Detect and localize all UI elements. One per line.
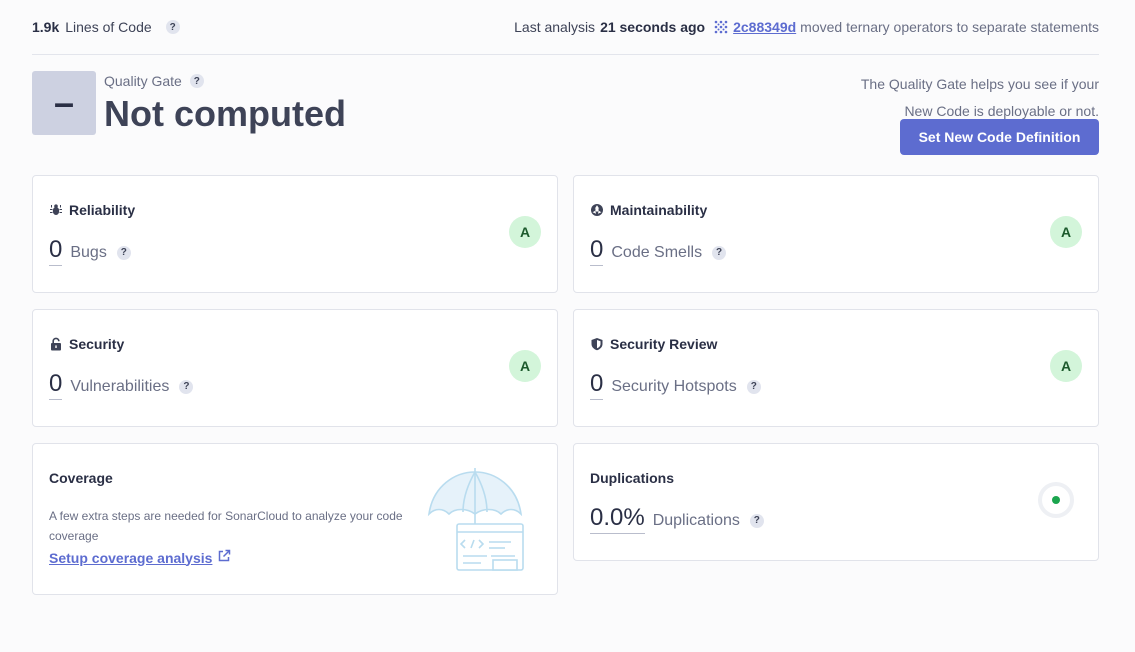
coverage-description: A few extra steps are needed for SonarCl… xyxy=(49,509,403,543)
vulnerabilities-label: Vulnerabilities xyxy=(70,378,170,395)
reliability-title: Reliability xyxy=(49,202,135,218)
reliability-title-text: Reliability xyxy=(69,202,136,218)
vulnerabilities-metric: 0 Vulnerabilities ? xyxy=(49,370,194,400)
help-icon[interactable]: ? xyxy=(179,379,194,394)
last-analysis: Last analysis 21 seconds ago 2c88349d mo… xyxy=(514,19,1099,35)
security-rating: A xyxy=(509,350,541,382)
quality-gate-help-line-1: The Quality Gate helps you see if your xyxy=(860,76,1099,92)
bugs-label: Bugs xyxy=(70,244,107,261)
umbrella-code-illustration xyxy=(427,466,531,577)
security-review-title-text: Security Review xyxy=(610,336,718,352)
help-icon[interactable]: ? xyxy=(116,245,131,260)
security-title-text: Security xyxy=(69,336,125,352)
external-link-icon xyxy=(217,549,231,566)
commit-hash-link[interactable]: 2c88349d xyxy=(733,19,796,35)
code-smells-label: Code Smells xyxy=(611,244,703,261)
lines-of-code-label: Lines of Code xyxy=(65,19,152,35)
help-icon[interactable]: ? xyxy=(712,245,727,260)
maintainability-rating: A xyxy=(1050,216,1082,248)
quality-gate-badge: – xyxy=(32,71,96,135)
help-icon[interactable]: ? xyxy=(165,20,180,34)
maintainability-title: Maintainability xyxy=(590,202,707,218)
quality-gate-status: Not computed xyxy=(104,93,346,134)
security-review-rating: A xyxy=(1050,350,1082,382)
quality-gate-section: – Quality Gate ? Not computed The Qualit… xyxy=(32,55,1099,175)
quality-gate-label-row: Quality Gate ? xyxy=(104,73,204,89)
lines-of-code: 1.9k Lines of Code ? xyxy=(32,19,180,35)
coverage-card: Coverage A few extra steps are needed fo… xyxy=(32,443,558,595)
security-review-card[interactable]: Security Review 0 Security Hotspots ? A xyxy=(573,309,1099,427)
coverage-title: Coverage xyxy=(49,470,113,486)
security-card[interactable]: Security 0 Vulnerabilities ? A xyxy=(32,309,558,427)
vulnerabilities-value[interactable]: 0 xyxy=(49,370,63,400)
help-icon[interactable]: ? xyxy=(749,513,764,528)
code-smells-value[interactable]: 0 xyxy=(590,236,604,266)
duplications-status-dot xyxy=(1052,496,1060,504)
security-title: Security xyxy=(49,336,124,352)
duplications-label: Duplications xyxy=(652,512,740,529)
duplications-metric: 0.0% Duplications ? xyxy=(590,504,764,534)
duplications-title: Duplications xyxy=(590,470,674,486)
commit-grid-icon xyxy=(714,20,728,34)
duplications-title-text: Duplications xyxy=(590,470,675,486)
bugs-metric: 0 Bugs ? xyxy=(49,236,131,266)
quality-gate-help-text: The Quality Gate helps you see if your N… xyxy=(799,71,1099,125)
overview-panel: 1.9k Lines of Code ? Last analysis 21 se… xyxy=(32,0,1099,595)
set-new-code-definition-button[interactable]: Set New Code Definition xyxy=(900,119,1099,155)
setup-coverage-link[interactable]: Setup coverage analysis xyxy=(49,549,231,566)
security-hotspots-value[interactable]: 0 xyxy=(590,370,604,400)
coverage-title-text: Coverage xyxy=(49,470,113,486)
duplications-card[interactable]: Duplications 0.0% Duplications ? xyxy=(573,443,1099,561)
bugs-value[interactable]: 0 xyxy=(49,236,63,266)
last-analysis-label: Last analysis xyxy=(514,19,596,35)
duplications-value[interactable]: 0.0% xyxy=(590,504,645,534)
help-icon[interactable]: ? xyxy=(189,74,204,88)
reliability-card[interactable]: Reliability 0 Bugs ? A xyxy=(32,175,558,293)
duplications-ring-icon xyxy=(1038,482,1074,518)
security-hotspots-label: Security Hotspots xyxy=(611,378,737,395)
help-icon[interactable]: ? xyxy=(746,379,761,394)
last-analysis-time: 21 seconds ago xyxy=(600,19,706,35)
lock-icon xyxy=(49,337,63,351)
security-hotspots-metric: 0 Security Hotspots ? xyxy=(590,370,761,400)
code-smells-metric: 0 Code Smells ? xyxy=(590,236,727,266)
maintainability-title-text: Maintainability xyxy=(610,202,708,218)
lines-of-code-value: 1.9k xyxy=(32,19,60,35)
maintainability-card[interactable]: Maintainability 0 Code Smells ? A xyxy=(573,175,1099,293)
bug-icon xyxy=(49,203,63,217)
reliability-rating: A xyxy=(509,216,541,248)
security-review-title: Security Review xyxy=(590,336,717,352)
shield-icon xyxy=(590,337,604,351)
setup-coverage-link-text[interactable]: Setup coverage analysis xyxy=(49,550,212,566)
quality-gate-label: Quality Gate xyxy=(104,73,182,89)
analysis-bar: 1.9k Lines of Code ? Last analysis 21 se… xyxy=(32,0,1099,55)
commit-message: moved ternary operators to separate stat… xyxy=(800,19,1099,35)
smell-icon xyxy=(590,203,604,217)
